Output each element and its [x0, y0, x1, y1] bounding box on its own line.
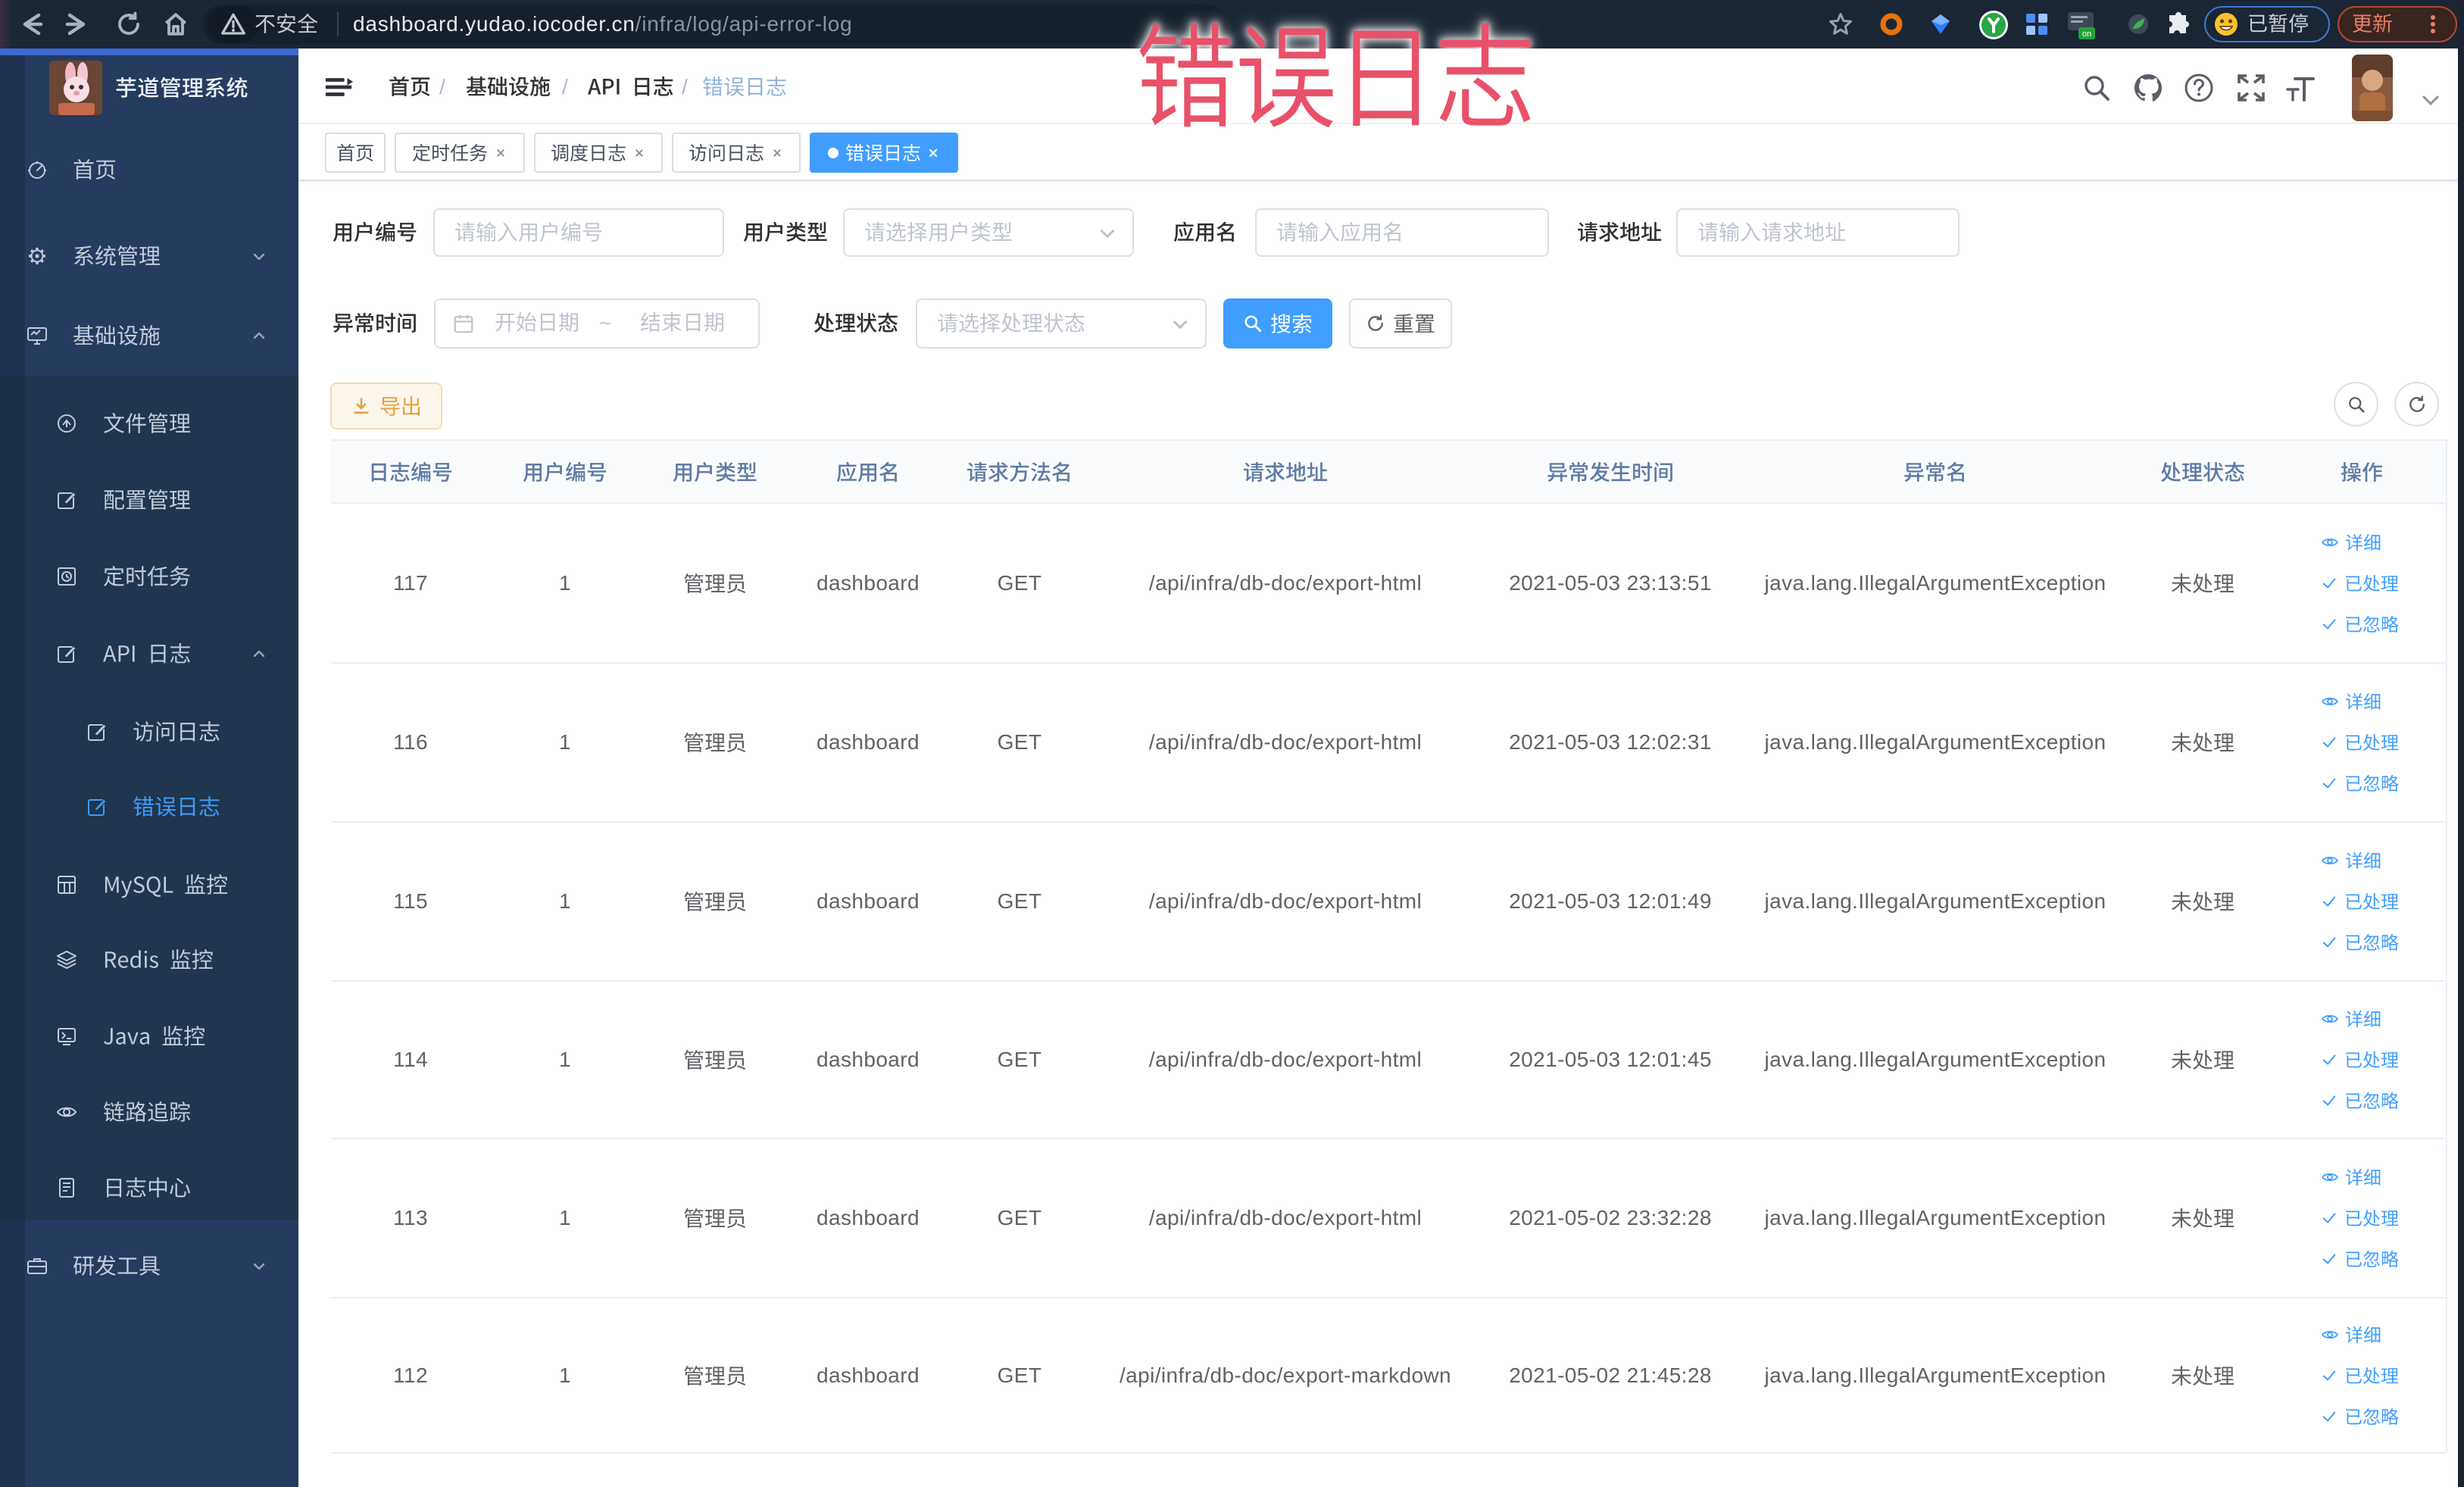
svg-text:on: on — [2082, 30, 2091, 39]
